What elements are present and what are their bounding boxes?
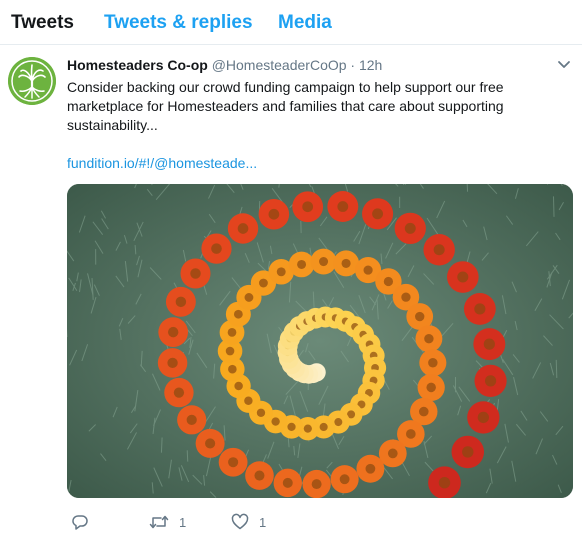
tweet-link[interactable]: fundition.io/#!/@homesteade... xyxy=(67,155,257,171)
tab-tweets-and-replies[interactable]: Tweets & replies xyxy=(104,12,253,34)
avatar[interactable] xyxy=(8,57,56,105)
user-handle[interactable]: @HomesteaderCoOp xyxy=(212,57,347,73)
retweet-count: 1 xyxy=(179,514,187,530)
tab-tweets[interactable]: Tweets xyxy=(11,12,74,34)
tweet-text-line: Consider backing our crowd funding campa… xyxy=(67,79,504,95)
separator-dot: · xyxy=(350,57,356,73)
tab-media[interactable]: Media xyxy=(278,12,332,34)
tweet-photo[interactable] xyxy=(67,184,573,498)
tweet-text-line: marketplace for Homesteaders and familie… xyxy=(67,98,504,114)
flower-spiral-photo xyxy=(67,184,573,498)
display-name[interactable]: Homesteaders Co-op xyxy=(67,57,208,73)
tweet-menu-button[interactable] xyxy=(556,56,572,72)
reply-button[interactable] xyxy=(71,512,99,532)
tweet-text-line: sustainability... xyxy=(67,117,158,133)
profile-tabs: Tweets Tweets & replies Media xyxy=(0,0,582,45)
like-button[interactable]: 1 xyxy=(231,512,266,532)
retweet-button[interactable]: 1 xyxy=(149,512,186,532)
heart-icon xyxy=(231,513,249,530)
tweet-actions: 1 1 xyxy=(67,512,367,532)
chevron-down-icon xyxy=(558,61,570,68)
tweet-header: Homesteaders Co-op @HomesteaderCoOp · 12… xyxy=(67,57,382,73)
retweet-icon xyxy=(149,515,169,529)
timestamp[interactable]: 12h xyxy=(359,57,382,73)
tweet-text: Consider backing our crowd funding campa… xyxy=(67,78,567,135)
like-count: 1 xyxy=(259,514,267,530)
reply-icon xyxy=(72,515,88,530)
tree-logo-icon xyxy=(8,57,56,105)
